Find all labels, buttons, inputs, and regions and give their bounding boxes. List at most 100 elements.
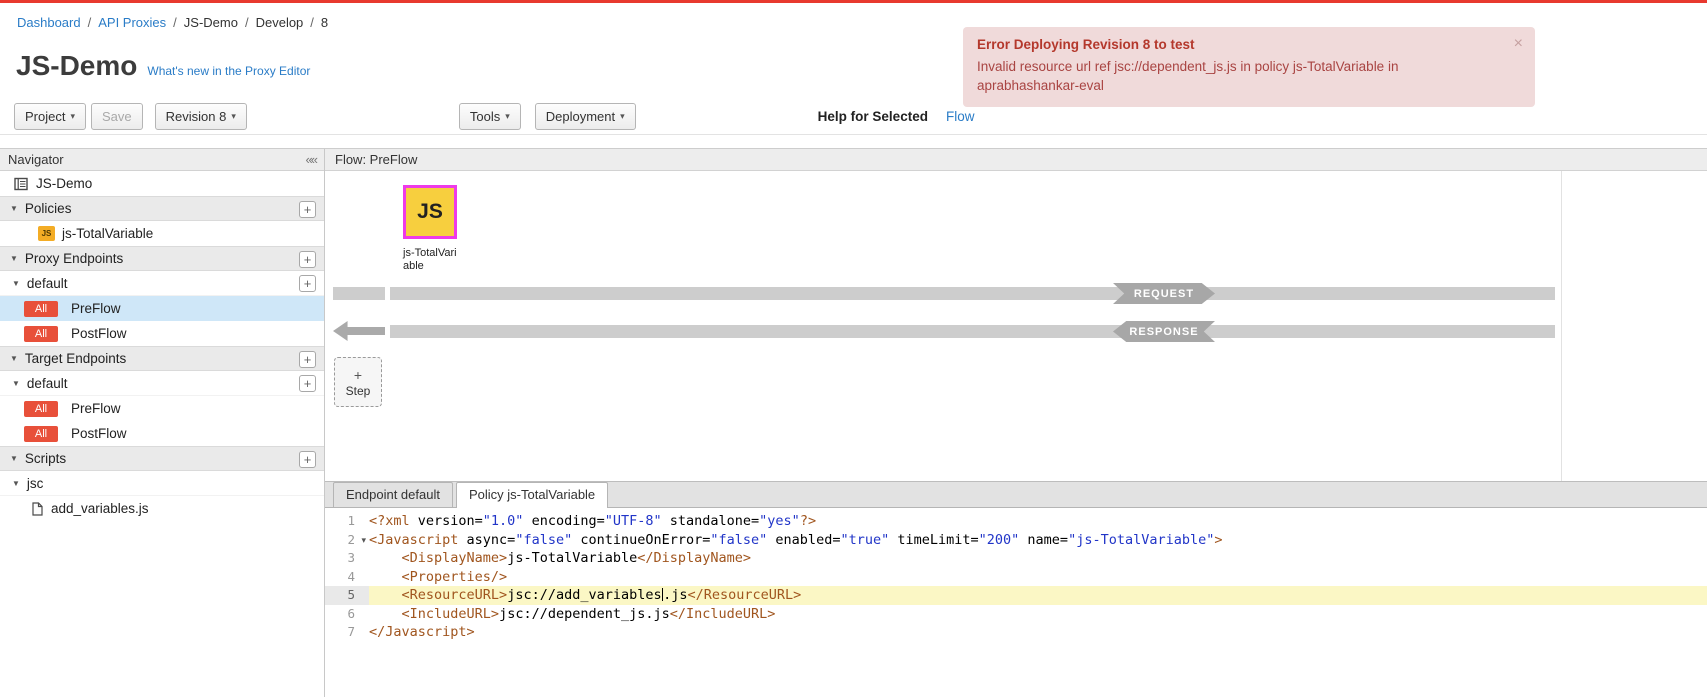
navigator-tree: JS-Demo ▼ Policies + JS js-TotalVariable ▼Prox…	[0, 171, 324, 697]
sidebar-item-js-totalvariable[interactable]: JS js-TotalVariable	[0, 221, 324, 246]
workspace: Navigator «« JS-Demo▼Policies+JSjs-Total…	[0, 148, 1707, 697]
sidebar-group-jsc[interactable]: ▼ jsc	[0, 471, 324, 496]
revision-button[interactable]: Revision 8▾	[155, 103, 247, 130]
sidebar-section-proxy-endpoints[interactable]: ▼Proxy Endpoints+	[0, 246, 324, 271]
code-line-2[interactable]: 2▾<Javascript async="false" continueOnEr…	[325, 531, 1707, 550]
breadcrumb-item-api-proxies[interactable]: API Proxies	[98, 15, 166, 30]
sidebar-section-target-endpoints[interactable]: ▼ Target Endpoints +	[0, 346, 324, 371]
add-button[interactable]: +	[299, 451, 316, 468]
code-line-6[interactable]: 6 <IncludeURL>jsc://dependent_js.js</Inc…	[325, 605, 1707, 624]
breadcrumb-separator: /	[88, 15, 92, 30]
code-line-5[interactable]: 5 <ResourceURL>jsc://add_variables.js</R…	[325, 586, 1707, 605]
error-banner: Error Deploying Revision 8 to test Inval…	[963, 27, 1535, 107]
sidebar-item-preflow[interactable]: All PreFlow	[0, 296, 324, 321]
response-arrow-label: RESPONSE	[1113, 321, 1215, 342]
expand-triangle-icon[interactable]: ▼	[10, 204, 18, 213]
add-step-button[interactable]: + Step	[334, 357, 382, 407]
code-editor[interactable]: 1<?xml version="1.0" encoding="UTF-8" st…	[325, 508, 1707, 697]
toolbar-spacer	[0, 135, 1707, 148]
add-button[interactable]: +	[299, 251, 316, 268]
response-flow-bar	[390, 325, 1555, 338]
all-condition-badge: All	[24, 401, 58, 417]
collapse-sidebar-button[interactable]: ««	[306, 152, 316, 167]
plus-icon: +	[354, 367, 362, 383]
sidebar-item-add-variables-js[interactable]: add_variables.js	[0, 496, 324, 521]
expand-triangle-icon[interactable]: ▼	[10, 254, 18, 263]
tab-policy-js-totalvariable[interactable]: Policy js-TotalVariable	[456, 482, 608, 508]
expand-triangle-icon[interactable]: ▼	[10, 354, 18, 363]
error-title: Error Deploying Revision 8 to test	[977, 37, 1501, 52]
line-number: 3	[325, 549, 369, 568]
breadcrumb-item-dashboard[interactable]: Dashboard	[17, 15, 81, 30]
proxy-editor-page: Dashboard/API Proxies/JS-Demo/Develop/8 …	[0, 0, 1707, 697]
whats-new-link[interactable]: What's new in the Proxy Editor	[147, 64, 310, 78]
all-condition-badge: All	[24, 426, 58, 442]
nav-item-label: PreFlow	[71, 401, 121, 416]
page-title: JS-Demo	[16, 50, 137, 82]
add-button[interactable]: +	[299, 375, 316, 392]
sidebar-item-preflow[interactable]: All PreFlow	[0, 396, 324, 421]
nav-item-label: Policies	[25, 201, 72, 216]
line-number: 2▾	[325, 531, 369, 550]
expand-triangle-icon[interactable]: ▼	[12, 279, 20, 288]
flow-help-link[interactable]: Flow	[946, 109, 975, 124]
line-number: 6	[325, 605, 369, 624]
code-line-7[interactable]: 7</Javascript>	[325, 623, 1707, 642]
nav-item-label: jsc	[27, 476, 44, 491]
nav-item-label: js-TotalVariable	[62, 226, 153, 241]
nav-item-label: PreFlow	[71, 301, 121, 316]
code-line-text: <IncludeURL>jsc://dependent_js.js</Inclu…	[369, 605, 1707, 624]
code-editor-panel: Endpoint defaultPolicy js-TotalVariable …	[325, 481, 1707, 697]
expand-triangle-icon[interactable]: ▼	[10, 454, 18, 463]
js-policy-icon: JS	[38, 226, 55, 241]
breadcrumb-separator: /	[173, 15, 177, 30]
save-button[interactable]: Save	[91, 103, 143, 130]
nav-item-label: PostFlow	[71, 326, 127, 341]
save-button-label: Save	[102, 109, 132, 124]
code-line-text: </Javascript>	[369, 623, 1707, 642]
add-step-label: Step	[346, 384, 371, 398]
project-button[interactable]: Project▾	[14, 103, 86, 130]
tools-button-label: Tools	[470, 109, 500, 124]
code-line-text: <Properties/>	[369, 568, 1707, 587]
sidebar-item-postflow[interactable]: All PostFlow	[0, 421, 324, 446]
breadcrumb-separator: /	[245, 15, 249, 30]
deployment-button[interactable]: Deployment▾	[535, 103, 636, 130]
code-line-1[interactable]: 1<?xml version="1.0" encoding="UTF-8" st…	[325, 512, 1707, 531]
sidebar-section-scripts[interactable]: ▼ Scripts +	[0, 446, 324, 471]
sidebar-group-default[interactable]: ▼default+	[0, 371, 324, 396]
tools-button[interactable]: Tools▾	[459, 103, 521, 130]
nav-item-label: PostFlow	[71, 426, 127, 441]
main-panel: Flow: PreFlow JS js-TotalVariable REQUES…	[325, 149, 1707, 697]
breadcrumb-item-js-demo: JS-Demo	[184, 15, 238, 30]
chevron-down-icon: ▾	[620, 111, 625, 122]
sidebar-section-policies[interactable]: ▼ Policies +	[0, 196, 324, 221]
nav-item-label: default	[27, 276, 68, 291]
sidebar-group-default[interactable]: ▼ default +	[0, 271, 324, 296]
add-button[interactable]: +	[299, 275, 316, 292]
tab-endpoint-default[interactable]: Endpoint default	[333, 482, 453, 507]
add-button[interactable]: +	[299, 351, 316, 368]
navigator-sidebar: Navigator «« JS-Demo▼Policies+JSjs-Total…	[0, 149, 325, 697]
all-condition-badge: All	[24, 326, 58, 342]
code-line-4[interactable]: 4 <Properties/>	[325, 568, 1707, 587]
add-button[interactable]: +	[299, 201, 316, 218]
revision-button-label: Revision 8	[166, 109, 227, 124]
code-line-3[interactable]: 3 <DisplayName>js-TotalVariable</Display…	[325, 549, 1707, 568]
code-line-text: <?xml version="1.0" encoding="UTF-8" sta…	[369, 512, 1707, 531]
nav-item-label: Scripts	[25, 451, 66, 466]
code-line-text: <DisplayName>js-TotalVariable</DisplayNa…	[369, 549, 1707, 568]
all-condition-badge: All	[24, 301, 58, 317]
sidebar-item-postflow[interactable]: All PostFlow	[0, 321, 324, 346]
policy-node-js[interactable]: JS	[403, 185, 457, 239]
fold-caret-icon[interactable]: ▾	[361, 531, 366, 550]
sidebar-item-js-demo[interactable]: JS-Demo	[0, 171, 324, 196]
close-icon[interactable]: ×	[1514, 35, 1523, 53]
expand-triangle-icon[interactable]: ▼	[12, 479, 20, 488]
expand-triangle-icon[interactable]: ▼	[12, 379, 20, 388]
flow-header-label: Flow: PreFlow	[335, 152, 417, 167]
request-arrow-label: REQUEST	[1113, 283, 1215, 304]
nav-item-label: Target Endpoints	[25, 351, 126, 366]
line-number: 7	[325, 623, 369, 642]
help-for-selected-label: Help for Selected	[818, 109, 928, 124]
